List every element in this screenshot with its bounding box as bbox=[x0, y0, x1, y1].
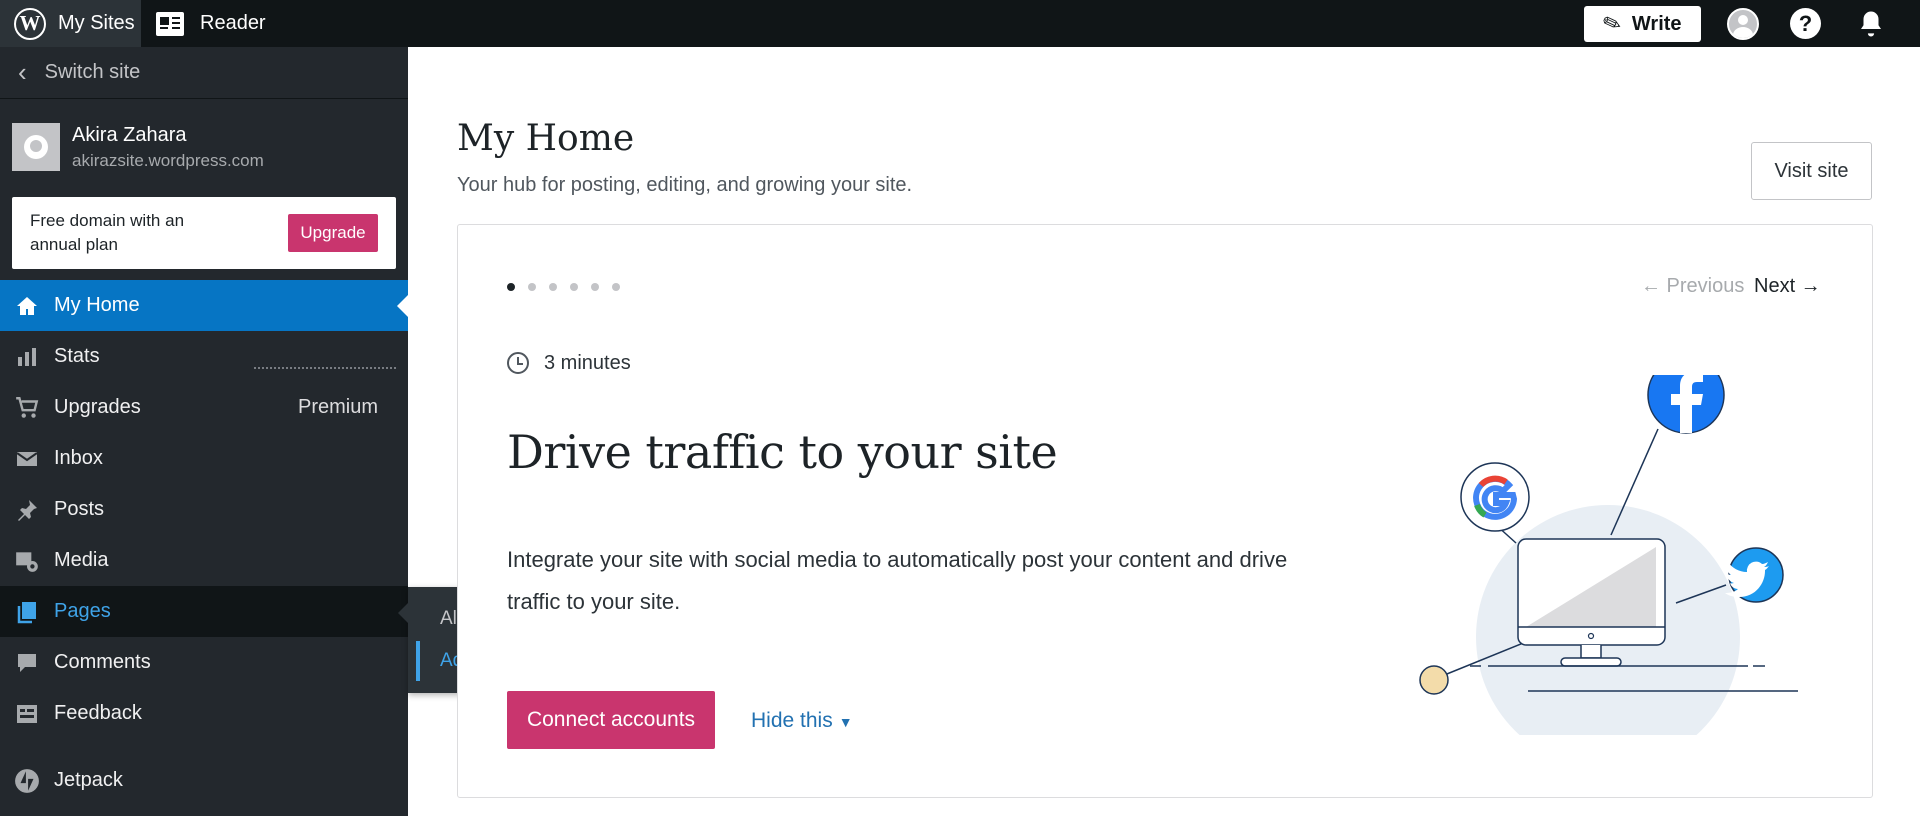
sidebar-item-label: Posts bbox=[54, 498, 105, 520]
notifications-bell-icon[interactable] bbox=[1856, 9, 1886, 39]
upsell-text: Free domain with an annual plan bbox=[30, 211, 185, 254]
write-button[interactable]: ✎ Write bbox=[1584, 6, 1701, 42]
current-site[interactable]: Akira Zahara akirazsite.wordpress.com bbox=[0, 99, 408, 195]
upgrade-button[interactable]: Upgrade bbox=[288, 214, 378, 252]
help-icon[interactable]: ? bbox=[1790, 8, 1821, 39]
sidebar-item-label: My Home bbox=[54, 294, 140, 316]
sidebar-item-media[interactable]: Media bbox=[0, 535, 408, 586]
sidebar-item-comments[interactable]: Comments bbox=[0, 637, 408, 688]
comment-icon bbox=[14, 650, 40, 676]
masterbar: W My Sites Reader ✎ Write ? bbox=[0, 0, 1920, 47]
hide-this-button[interactable]: Hide this ▼ bbox=[751, 709, 853, 733]
sidebar-item-my-home[interactable]: My Home bbox=[0, 280, 408, 331]
clock-icon bbox=[507, 352, 529, 374]
site-url: akirazsite.wordpress.com bbox=[72, 150, 264, 170]
my-sites-button[interactable]: W My Sites bbox=[0, 0, 141, 47]
pagination-dot[interactable] bbox=[612, 283, 620, 291]
pin-icon bbox=[14, 497, 40, 523]
feedback-icon bbox=[14, 701, 40, 727]
sidebar-item-label: Jetpack bbox=[54, 769, 123, 791]
reader-label: Reader bbox=[200, 12, 266, 34]
sidebar-item-label: Comments bbox=[54, 651, 151, 673]
upsell-banner: Free domain with an annual plan Upgrade bbox=[12, 197, 396, 269]
plan-badge: Premium bbox=[297, 396, 378, 418]
visit-site-button[interactable]: Visit site bbox=[1751, 142, 1872, 200]
pagination-dot[interactable] bbox=[528, 283, 536, 291]
carousel-pagination bbox=[507, 283, 633, 291]
sidebar-item-label: Inbox bbox=[54, 447, 103, 469]
page-subtitle: Your hub for posting, editing, and growi… bbox=[457, 174, 913, 196]
pagination-dot[interactable] bbox=[591, 283, 599, 291]
sidebar-item-stats[interactable]: Stats bbox=[0, 331, 408, 382]
pagination-dot[interactable] bbox=[549, 283, 557, 291]
pages-icon bbox=[14, 599, 40, 625]
profile-avatar[interactable] bbox=[1727, 8, 1759, 40]
my-sites-label: My Sites bbox=[58, 12, 135, 34]
switch-site-label: Switch site bbox=[44, 61, 141, 83]
page-title: My Home bbox=[457, 118, 635, 159]
reader-icon bbox=[156, 11, 184, 36]
mail-icon bbox=[14, 446, 40, 472]
reader-button[interactable]: Reader bbox=[156, 0, 266, 47]
hide-this-label: Hide this bbox=[751, 709, 833, 732]
sidebar-item-label: Pages bbox=[54, 600, 111, 622]
sidebar: ‹ Switch site Akira Zahara akirazsite.wo… bbox=[0, 47, 408, 816]
site-globe-icon bbox=[12, 123, 60, 171]
caret-down-icon: ▼ bbox=[838, 714, 853, 730]
stats-icon bbox=[14, 344, 40, 370]
previous-button[interactable]: ← Previous bbox=[1641, 275, 1744, 298]
sidebar-item-label: Media bbox=[54, 549, 109, 571]
task-card: ← Previous Next → 3 minutes Drive traffi… bbox=[457, 224, 1873, 798]
sidebar-item-label: Upgrades bbox=[54, 396, 141, 418]
cart-icon bbox=[14, 395, 40, 421]
sidebar-item-label: Stats bbox=[54, 345, 100, 367]
task-heading: Drive traffic to your site bbox=[507, 425, 1058, 479]
site-name: Akira Zahara bbox=[72, 123, 187, 146]
chevron-left-icon: ‹ bbox=[18, 57, 27, 87]
home-icon bbox=[14, 293, 40, 319]
sidebar-item-jetpack[interactable]: Jetpack bbox=[0, 755, 408, 806]
sidebar-item-inbox[interactable]: Inbox bbox=[0, 433, 408, 484]
sidebar-item-posts[interactable]: Posts bbox=[0, 484, 408, 535]
task-description: Integrate your site with social media to… bbox=[507, 547, 1288, 614]
pagination-dot[interactable] bbox=[570, 283, 578, 291]
sidebar-menu: My Home Stats Upgrades Premium Inbox Pos… bbox=[0, 280, 408, 806]
sidebar-item-feedback[interactable]: Feedback bbox=[0, 688, 408, 739]
switch-site-button[interactable]: ‹ Switch site bbox=[0, 47, 408, 99]
jetpack-icon bbox=[14, 768, 40, 794]
sidebar-item-upgrades[interactable]: Upgrades Premium bbox=[0, 382, 408, 433]
media-icon bbox=[14, 548, 40, 574]
next-button[interactable]: Next → bbox=[1754, 275, 1821, 298]
sidebar-item-label: Feedback bbox=[54, 702, 142, 724]
social-illustration bbox=[1419, 375, 1798, 735]
wordpress-logo-icon: W bbox=[14, 7, 46, 40]
sidebar-item-pages[interactable]: Pages bbox=[0, 586, 408, 637]
pen-icon: ✎ bbox=[1599, 8, 1626, 39]
write-label: Write bbox=[1631, 12, 1682, 35]
connect-accounts-button[interactable]: Connect accounts bbox=[507, 691, 715, 749]
pagination-dot[interactable] bbox=[507, 283, 515, 291]
task-duration: 3 minutes bbox=[544, 352, 631, 374]
